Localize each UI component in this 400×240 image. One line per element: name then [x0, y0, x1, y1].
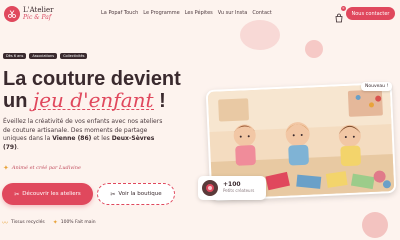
- host-signature: ✦ Animé et créé par Ludivine: [3, 164, 81, 172]
- decorative-blob: [362, 212, 388, 238]
- hero-description: Éveillez la créativité de vos enfants av…: [3, 118, 165, 152]
- feature-label: 100% Fait main: [60, 220, 96, 225]
- tag-age: Dès 6 ans: [3, 53, 27, 59]
- hero-title-accent: jeu d'enfant: [33, 88, 154, 112]
- nav-item-popaf-touch[interactable]: La Popaf Touch: [101, 10, 138, 16]
- signature-text: Animé et créé par Ludivine: [11, 165, 81, 171]
- hero-title-line1: La couture devient: [3, 68, 181, 90]
- shop-button[interactable]: ✂ Voir la boutique: [97, 183, 175, 205]
- description-text: et les: [93, 135, 110, 142]
- shop-button-label: Voir la boutique: [118, 191, 162, 197]
- new-badge: Nouveau !: [361, 82, 393, 91]
- hero-title-suffix: !: [159, 90, 166, 112]
- nav-item-contact[interactable]: Contact: [252, 10, 271, 16]
- nav-item-insta[interactable]: Vu sur Insta: [218, 10, 248, 16]
- nav-item-pepites[interactable]: Les Pépites: [185, 10, 213, 16]
- feature-label: Tissus recyclés: [11, 220, 45, 225]
- discover-workshops-button[interactable]: ✂ Découvrir les ateliers: [2, 183, 93, 205]
- hero-title-line2: un jeu d'enfant !: [3, 89, 166, 112]
- discover-workshops-label: Découvrir les ateliers: [22, 191, 81, 197]
- creators-stat-card: +100 Petits créateurs: [198, 176, 266, 200]
- scissors-icon: ✂: [110, 190, 116, 198]
- sparkle-icon: ✦: [3, 164, 9, 172]
- hero-title-prefix: un: [3, 90, 28, 112]
- contact-button[interactable]: Nous contacter: [346, 7, 395, 20]
- description-text: .: [16, 143, 19, 151]
- decorative-blob: [240, 20, 280, 50]
- nav-item-programme[interactable]: Le Programme: [143, 10, 179, 16]
- avatar: [202, 180, 218, 196]
- logo-title: L'Atelier: [23, 6, 54, 14]
- shopping-bag-icon: [335, 13, 343, 23]
- cart-count-badge: 0: [341, 6, 346, 11]
- feature-list: 〰 Tissus recyclés ✦ 100% Fait main: [2, 218, 104, 227]
- tag-associations: Associations: [29, 53, 58, 59]
- description-region-vienne: Vienne (86): [52, 135, 92, 142]
- stat-label: Petits créateurs: [223, 188, 255, 193]
- audience-tags: Dès 6 ans Associations Collectivités: [3, 53, 90, 59]
- feature-item: ✦ 100% Fait main: [53, 218, 96, 227]
- sparkle-icon: ✦: [52, 219, 58, 226]
- main-nav: La Popaf Touch Le Programme Les Pépites …: [101, 10, 277, 16]
- fabric-icon: 〰: [2, 220, 9, 227]
- feature-item: 〰 Tissus recyclés: [2, 218, 45, 227]
- site-logo[interactable]: L'Atelier Pic & Paf: [4, 6, 53, 22]
- tag-collectivites: Collectivités: [60, 53, 88, 59]
- scissors-icon: ✂: [14, 190, 20, 198]
- cart-button[interactable]: 0: [334, 6, 346, 23]
- logo-subtitle: Pic & Paf: [23, 14, 52, 21]
- decorative-blob: [305, 40, 323, 58]
- scissors-icon: [4, 6, 20, 22]
